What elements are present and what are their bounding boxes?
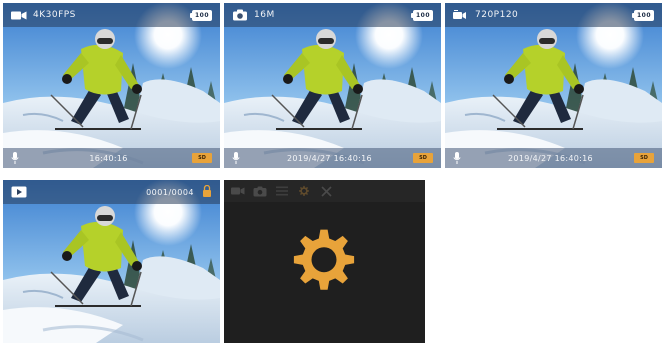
file-counter: 0001/0004 [146, 187, 194, 197]
gear-tab-icon[interactable] [296, 184, 312, 198]
menu-tab-bar [224, 180, 425, 202]
info-bar: 2019/4/27 16:40:16 SD [224, 148, 441, 168]
photo-tab-icon[interactable] [252, 184, 268, 198]
status-bar: 4K30FPS 100 [3, 3, 220, 27]
clock-text: 16:40:16 [89, 153, 128, 163]
slow-motion-icon [453, 9, 469, 21]
sd-card-icon: SD [413, 153, 433, 163]
status-bar: 0001/0004 [3, 180, 220, 204]
microphone-icon [232, 152, 240, 164]
info-bar: 2019/4/27 16:40:16 SD [445, 148, 662, 168]
video-camera-icon [11, 10, 27, 21]
slow-motion-mode-screen: 720P120 100 2019/4/27 16:40:16 SD [445, 3, 662, 168]
list-tab-icon[interactable] [274, 184, 290, 198]
sd-card-icon: SD [634, 153, 654, 163]
status-bar: 720P120 100 [445, 3, 662, 27]
playback-mode-screen: 0001/0004 [3, 180, 220, 343]
resolution-label: 4K30FPS [33, 10, 76, 20]
battery-icon: 100 [632, 9, 654, 21]
resolution-label: 16M [254, 10, 275, 20]
battery-icon: 100 [190, 9, 212, 21]
photo-mode-screen: 16M 100 2019/4/27 16:40:16 SD [224, 3, 441, 168]
date-time-text: 2019/4/27 16:40:16 [508, 153, 593, 163]
settings-menu-screen [224, 180, 425, 343]
tools-tab-icon[interactable] [318, 184, 334, 198]
protected-file-icon [202, 184, 212, 200]
status-bar: 16M 100 [224, 3, 441, 27]
video-mode-screen: 4K30FPS 100 16:40:16 SD [3, 3, 220, 168]
skier-preview-image [224, 3, 441, 168]
battery-icon: 100 [411, 9, 433, 21]
resolution-label: 720P120 [475, 10, 519, 20]
date-time-text: 2019/4/27 16:40:16 [287, 153, 372, 163]
info-bar: 16:40:16 SD [3, 148, 220, 168]
photo-camera-icon [232, 9, 248, 21]
skier-preview-image [3, 180, 220, 343]
gear-icon [288, 224, 360, 296]
sd-card-icon: SD [192, 153, 212, 163]
video-tab-icon[interactable] [230, 184, 246, 198]
play-icon[interactable] [11, 186, 27, 198]
skier-preview-image [445, 3, 662, 168]
microphone-icon [11, 152, 19, 164]
skier-preview-image [3, 3, 220, 168]
microphone-icon [453, 152, 461, 164]
